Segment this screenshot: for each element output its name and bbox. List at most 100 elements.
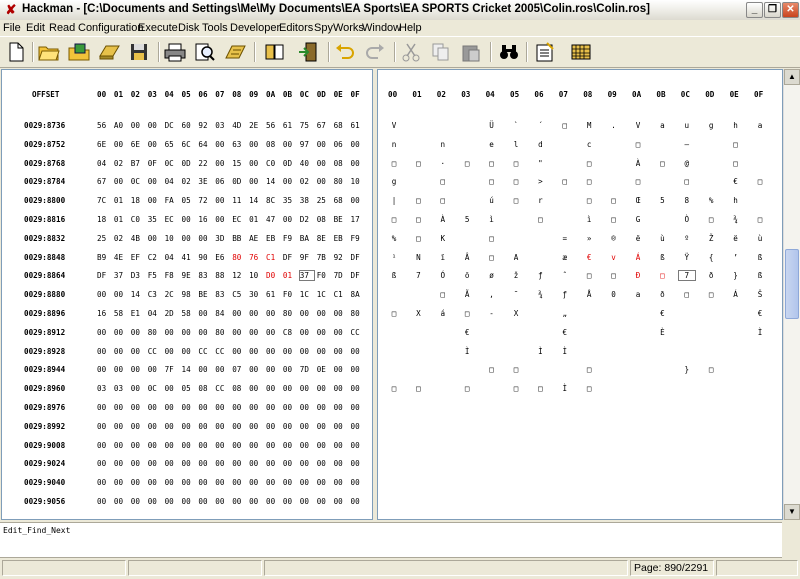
paste-icon[interactable] [460,41,482,63]
hex-byte[interactable]: FA [165,196,179,205]
hex-byte[interactable]: 9F [300,253,314,262]
hex-byte[interactable]: 00 [165,403,179,412]
hex-byte[interactable]: CC [351,328,365,337]
menu-window[interactable]: Window [362,22,401,34]
ascii-char[interactable]: Ÿ [679,253,695,262]
hex-byte[interactable]: 3D [215,234,229,243]
hex-byte[interactable]: 00 [334,384,348,393]
hex-byte[interactable]: F0 [283,290,297,299]
hex-byte[interactable]: 00 [283,140,297,149]
ascii-char[interactable]: € [752,309,768,318]
hex-byte[interactable]: BA [300,234,314,243]
hex-byte[interactable]: 00 [131,384,145,393]
hex-byte[interactable]: 00 [232,441,246,450]
ascii-char[interactable]: 5 [459,215,475,224]
hex-byte[interactable]: 00 [334,328,348,337]
ascii-char[interactable]: Å [581,290,597,299]
ascii-char[interactable]: □ [606,271,622,280]
ascii-char[interactable]: ù [752,234,768,243]
ascii-char[interactable]: Â [459,253,475,262]
hex-byte[interactable]: 00 [317,347,331,356]
hex-byte[interactable]: 2D [165,309,179,318]
hex-byte[interactable]: 67 [317,121,331,130]
hex-byte[interactable]: 00 [165,459,179,468]
hex-byte[interactable]: 00 [182,497,196,506]
menu-file[interactable]: File [3,22,21,34]
book-icon[interactable] [264,41,286,63]
open-drive-icon[interactable] [98,41,120,63]
hackman-app-icon[interactable]: ✘ [4,3,18,17]
hex-byte[interactable]: 00 [266,365,280,374]
hex-byte[interactable]: 08 [334,159,348,168]
hex-byte[interactable]: 00 [300,309,314,318]
ascii-char[interactable]: 0 [606,290,622,299]
ascii-char[interactable]: □ [581,384,597,393]
hex-byte[interactable]: 7C [97,196,111,205]
ascii-char[interactable]: □ [703,290,719,299]
ascii-char[interactable]: ð [654,290,670,299]
ascii-char[interactable]: □ [581,196,597,205]
ascii-char[interactable]: □ [508,196,524,205]
ascii-char[interactable]: ’ [728,253,744,262]
hex-byte[interactable]: 14 [266,177,280,186]
hex-byte[interactable]: 2E [249,121,263,130]
hex-byte[interactable]: CC [198,347,212,356]
hex-byte[interactable]: 4E [114,253,128,262]
hex-byte[interactable]: 83 [215,290,229,299]
hex-byte[interactable]: 00 [97,365,111,374]
hex-byte[interactable]: 00 [165,384,179,393]
hex-byte[interactable]: F8 [165,271,179,280]
hex-byte[interactable]: 00 [283,441,297,450]
hex-byte[interactable]: 00 [215,403,229,412]
ascii-char[interactable]: . [606,121,622,130]
hex-byte[interactable]: 00 [114,403,128,412]
hex-byte[interactable]: 00 [97,347,111,356]
hex-byte[interactable]: 00 [249,403,263,412]
hex-byte[interactable]: 92 [334,253,348,262]
ascii-char[interactable]: ï [435,253,451,262]
hex-byte[interactable]: 38 [300,196,314,205]
ascii-char[interactable]: M [581,121,597,130]
ascii-char[interactable]: ¾ [532,290,548,299]
hex-byte[interactable]: 00 [266,459,280,468]
hex-byte[interactable]: 00 [351,159,365,168]
hex-byte[interactable]: 00 [182,478,196,487]
hex-byte[interactable]: 00 [97,422,111,431]
hex-byte[interactable]: 00 [97,459,111,468]
hex-byte[interactable]: 00 [351,365,365,374]
hex-byte[interactable]: DF [351,253,365,262]
ascii-char[interactable]: | [386,196,402,205]
ascii-char[interactable]: r [532,196,548,205]
hex-byte[interactable]: 00 [165,328,179,337]
calculator-icon[interactable] [224,41,246,63]
hex-byte[interactable]: 80 [232,253,246,262]
hex-byte[interactable]: 04 [148,309,162,318]
hex-byte[interactable]: 03 [114,384,128,393]
ascii-char[interactable]: □ [508,177,524,186]
minimize-button[interactable]: _ [746,2,763,18]
ascii-char[interactable]: „ [557,309,573,318]
hex-byte[interactable]: 00 [283,403,297,412]
hex-byte[interactable]: 00 [182,459,196,468]
hex-byte[interactable]: 00 [283,215,297,224]
hex-byte[interactable]: 1C [317,290,331,299]
hex-byte[interactable]: 25 [317,196,331,205]
hex-byte[interactable]: CC [148,347,162,356]
hex-byte[interactable]: 00 [148,497,162,506]
ascii-char[interactable]: a [654,121,670,130]
hex-byte[interactable]: 00 [114,177,128,186]
ascii-char[interactable]: □ [630,177,646,186]
hex-byte[interactable]: BE [198,290,212,299]
hex-byte[interactable]: C0 [266,159,280,168]
ascii-char[interactable]: ë [728,234,744,243]
ascii-char[interactable]: K [435,234,451,243]
hex-byte[interactable]: 00 [131,497,145,506]
hex-byte[interactable]: 00 [198,309,212,318]
hex-byte[interactable]: 00 [97,290,111,299]
hex-byte[interactable]: 00 [317,309,331,318]
hex-byte[interactable]: C1 [334,290,348,299]
hex-byte[interactable]: 00 [114,347,128,356]
hex-byte[interactable]: 83 [198,271,212,280]
ascii-char[interactable]: á [435,309,451,318]
ascii-char[interactable]: e [484,140,500,149]
